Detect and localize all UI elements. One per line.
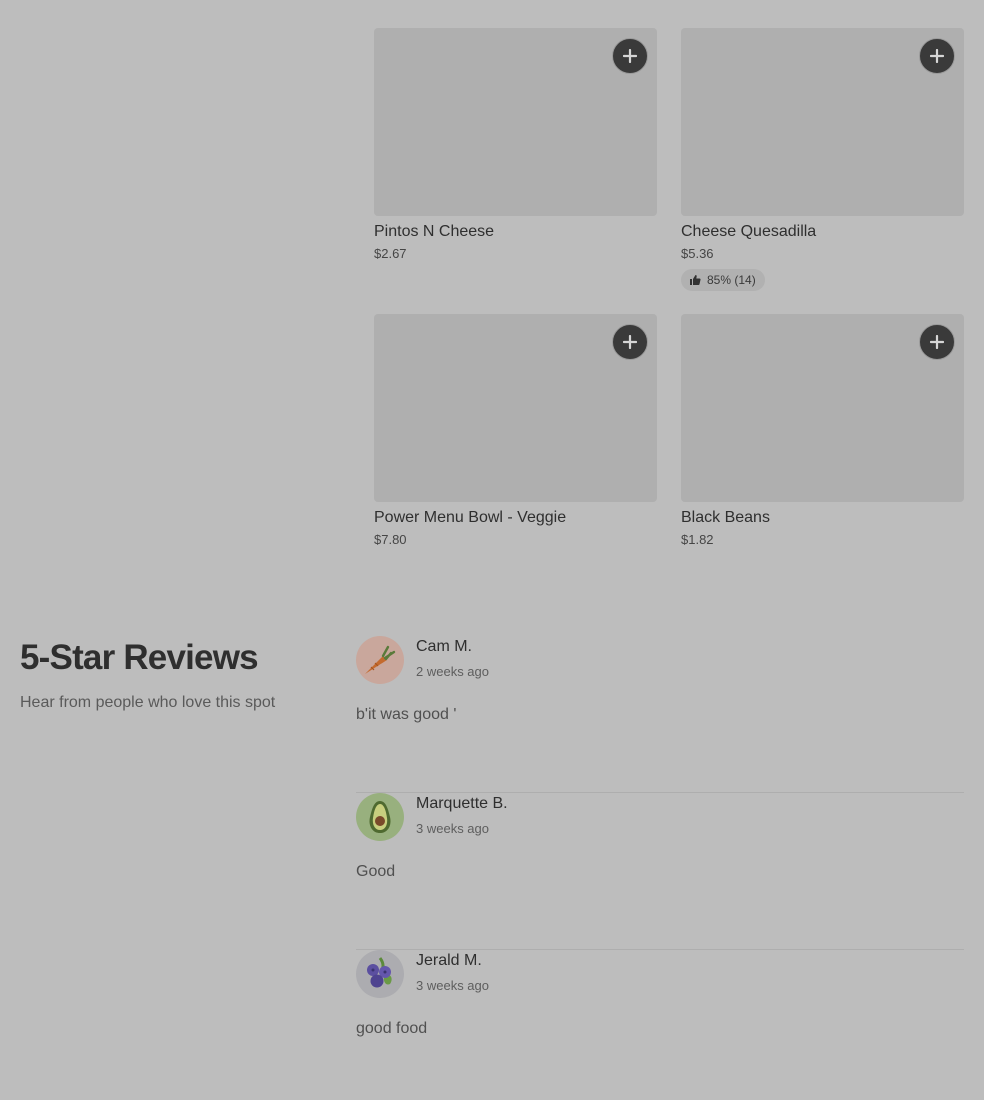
rating-text: 85% (14) bbox=[707, 273, 756, 287]
menu-item-card[interactable]: Black Beans $1.82 bbox=[681, 314, 964, 549]
menu-item-name: Power Menu Bowl - Veggie bbox=[374, 509, 567, 526]
menu-item-image[interactable] bbox=[681, 314, 964, 502]
menu-item-name: Black Beans bbox=[681, 509, 770, 526]
blueberries-icon bbox=[356, 950, 404, 998]
reviewer-name: Cam M. bbox=[416, 638, 472, 655]
menu-item-card[interactable]: Cheese Quesadilla $5.36 85% (14) bbox=[681, 28, 964, 291]
avocado-icon bbox=[356, 793, 404, 841]
review-item: Jerald M. 3 weeks ago good food bbox=[356, 950, 964, 1100]
reviews-section-title: 5-Star Reviews bbox=[20, 638, 259, 677]
plus-icon bbox=[930, 335, 944, 349]
add-to-cart-button[interactable] bbox=[919, 324, 955, 360]
thumbs-up-icon bbox=[690, 275, 701, 285]
review-timestamp: 3 weeks ago bbox=[416, 821, 489, 836]
menu-item-image[interactable] bbox=[681, 28, 964, 216]
plus-icon bbox=[623, 49, 637, 63]
review-timestamp: 2 weeks ago bbox=[416, 664, 489, 679]
plus-icon bbox=[930, 49, 944, 63]
menu-item-name: Pintos N Cheese bbox=[374, 223, 495, 240]
review-item: Cam M. 2 weeks ago b'it was good ' bbox=[356, 636, 964, 793]
carrot-icon bbox=[356, 636, 404, 684]
review-text: b'it was good ' bbox=[356, 706, 457, 723]
menu-item-image[interactable] bbox=[374, 28, 657, 216]
reviews-section-subtitle: Hear from people who love this spot bbox=[20, 694, 276, 711]
add-to-cart-button[interactable] bbox=[612, 324, 648, 360]
menu-item-card[interactable]: Pintos N Cheese $2.67 bbox=[374, 28, 657, 263]
review-item: Marquette B. 3 weeks ago Good bbox=[356, 793, 964, 950]
menu-item-price: $5.36 bbox=[681, 246, 714, 261]
menu-item-price: $7.80 bbox=[374, 532, 407, 547]
menu-item-card[interactable]: Power Menu Bowl - Veggie $7.80 bbox=[374, 314, 657, 549]
rating-badge: 85% (14) bbox=[681, 269, 765, 291]
menu-item-price: $2.67 bbox=[374, 246, 407, 261]
menu-item-price: $1.82 bbox=[681, 532, 714, 547]
review-timestamp: 3 weeks ago bbox=[416, 978, 489, 993]
reviewer-name: Marquette B. bbox=[416, 795, 508, 812]
plus-icon bbox=[623, 335, 637, 349]
reviewer-name: Jerald M. bbox=[416, 952, 482, 969]
add-to-cart-button[interactable] bbox=[612, 38, 648, 74]
menu-item-image[interactable] bbox=[374, 314, 657, 502]
add-to-cart-button[interactable] bbox=[919, 38, 955, 74]
review-text: good food bbox=[356, 1020, 428, 1037]
menu-item-name: Cheese Quesadilla bbox=[681, 223, 817, 240]
review-text: Good bbox=[356, 863, 396, 880]
